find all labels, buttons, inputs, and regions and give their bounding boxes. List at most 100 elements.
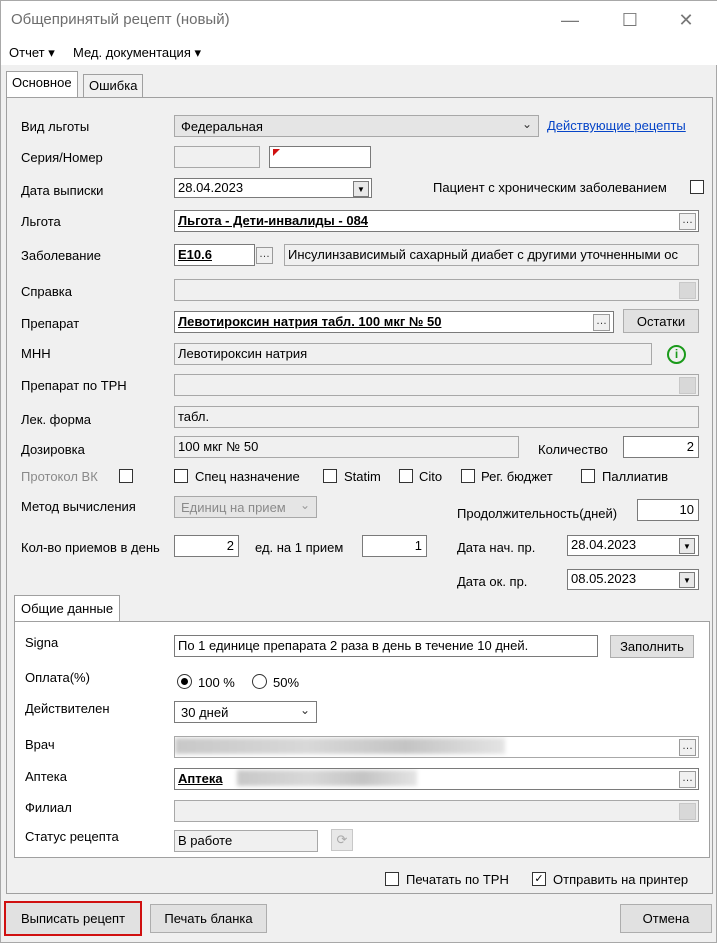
dosage-field: 100 мкг № 50 [174, 436, 519, 458]
signa-label: Signa [25, 635, 59, 650]
chevron-down-icon: ⌄ [299, 703, 310, 717]
menu-med-docs[interactable]: Мед. документация ▾ [73, 45, 201, 61]
tab-main[interactable]: Основное [6, 71, 78, 98]
inn-field: Левотироксин натрия [174, 343, 652, 365]
redacted-pharmacy-name [237, 770, 417, 786]
cancel-button[interactable]: Отмена [620, 904, 712, 933]
menu-bar: Отчет ▾ Мед. документация ▾ [1, 39, 717, 65]
active-prescriptions-link[interactable]: Действующие рецепты [547, 118, 686, 133]
branch-label: Филиал [25, 800, 72, 815]
palliative-checkbox[interactable] [581, 469, 595, 483]
fill-button[interactable]: Заполнить [610, 635, 694, 658]
chronic-checkbox[interactable] [690, 180, 704, 194]
branch-picker-button: … [679, 803, 696, 820]
duration-field[interactable]: 10 [637, 499, 699, 521]
disease-picker-button[interactable]: … [256, 247, 273, 264]
special-checkbox[interactable] [174, 469, 188, 483]
calc-method-label: Метод вычисления [21, 499, 136, 514]
series-label: Серия/Номер [21, 150, 103, 165]
units-per-dose-label: ед. на 1 прием [255, 540, 344, 555]
status-value: В работе [178, 833, 233, 848]
signa-field[interactable]: По 1 единице препарата 2 раза в день в т… [174, 635, 598, 657]
info-icon[interactable]: i [667, 345, 686, 364]
doses-per-day-label: Кол-во приемов в день [21, 540, 160, 555]
quantity-label: Количество [538, 442, 608, 457]
start-date-dropdown-icon[interactable]: ▼ [679, 538, 695, 554]
remains-button[interactable]: Остатки [623, 309, 699, 333]
cito-label: Cito [419, 469, 443, 484]
payment-50-radio[interactable] [252, 674, 267, 689]
doctor-picker-button[interactable]: … [679, 739, 696, 756]
start-date-label: Дата нач. пр. [457, 540, 536, 555]
doses-per-day-field[interactable]: 2 [174, 535, 239, 557]
end-date-dropdown-icon[interactable]: ▼ [679, 572, 695, 588]
quantity-field[interactable]: 2 [623, 436, 699, 458]
doctor-field[interactable] [174, 736, 699, 758]
form-value: табл. [178, 409, 210, 424]
units-per-dose-field[interactable]: 1 [362, 535, 427, 557]
issue-prescription-button[interactable]: Выписать рецепт [4, 901, 142, 936]
drug-picker-button[interactable]: … [593, 314, 610, 331]
signa-value: По 1 единице препарата 2 раза в день в т… [178, 638, 529, 653]
certificate-picker-button: … [679, 282, 696, 299]
number-field[interactable] [269, 146, 371, 168]
end-date-label: Дата ок. пр. [457, 574, 528, 589]
send-printer-label: Отправить на принтер [553, 872, 689, 887]
tab-general[interactable]: Общие данные [14, 595, 121, 622]
benefit-value: Льгота - Дети-инвалиды - 084 [178, 213, 369, 228]
disease-name-value: Инсулинзависимый сахарный диабет с други… [288, 247, 678, 262]
issue-date-field[interactable]: 28.04.2023 [174, 178, 372, 198]
benefit-type-select[interactable]: Федеральная ⌄ [174, 115, 539, 137]
refresh-icon: ⟳ [331, 829, 353, 851]
series-field[interactable] [174, 146, 260, 168]
pharmacy-picker-button[interactable]: … [679, 771, 696, 788]
pharmacy-value: Аптека [178, 771, 223, 786]
statim-checkbox[interactable] [323, 469, 337, 483]
benefit-field[interactable]: Льгота - Дети-инвалиды - 084 [174, 210, 699, 232]
disease-label: Заболевание [21, 248, 101, 263]
dosage-label: Дозировка [21, 442, 85, 457]
print-trn-label: Печатать по ТРН [406, 872, 509, 887]
cito-checkbox[interactable] [399, 469, 413, 483]
close-icon[interactable]: ✕ [663, 1, 709, 39]
chevron-down-icon: ⌄ [299, 498, 310, 512]
drug-trn-label: Препарат по ТРН [21, 378, 127, 393]
calc-method-value: Единиц на прием [181, 500, 286, 515]
valid-label: Действителен [25, 701, 110, 716]
chronic-label: Пациент с хроническим заболеванием [433, 180, 667, 195]
title-bar: Общепринятый рецепт (новый) — ☐ ✕ [1, 1, 717, 39]
disease-code-value: E10.6 [178, 247, 212, 262]
vk-protocol-checkbox[interactable] [119, 469, 133, 483]
drug-label: Препарат [21, 316, 80, 331]
pharmacy-label: Аптека [25, 769, 67, 784]
benefit-picker-button[interactable]: … [679, 213, 696, 230]
maximize-icon[interactable]: ☐ [607, 1, 653, 39]
print-blank-button[interactable]: Печать бланка [150, 904, 267, 933]
benefit-label: Льгота [21, 214, 61, 229]
status-field: В работе [174, 830, 318, 852]
inn-label: МНН [21, 346, 51, 361]
drug-field[interactable]: Левотироксин натрия табл. 100 мкг № 50 [174, 311, 614, 333]
minimize-icon[interactable]: — [547, 1, 593, 39]
end-date-value: 08.05.2023 [571, 571, 637, 586]
payment-100-label: 100 % [198, 675, 235, 690]
valid-value: 30 дней [181, 705, 229, 720]
issue-prescription-label: Выписать рецепт [20, 911, 126, 926]
issue-date-dropdown-icon[interactable]: ▼ [353, 181, 369, 197]
print-trn-checkbox[interactable] [385, 872, 399, 886]
payment-100-radio[interactable] [177, 674, 192, 689]
payment-50-label: 50% [273, 675, 300, 690]
vk-protocol-label: Протокол ВК [21, 469, 98, 484]
inn-value: Левотироксин натрия [178, 346, 308, 361]
benefit-type-value: Федеральная [181, 119, 263, 134]
reg-budget-checkbox[interactable] [461, 469, 475, 483]
pharmacy-field[interactable]: Аптека [174, 768, 699, 790]
required-marker-icon [273, 149, 280, 156]
disease-name-field: Инсулинзависимый сахарный диабет с други… [284, 244, 699, 266]
issue-date-value: 28.04.2023 [178, 180, 244, 195]
tab-error[interactable]: Ошибка [83, 74, 144, 98]
menu-report[interactable]: Отчет ▾ [9, 45, 55, 61]
disease-code-field[interactable]: E10.6 [174, 244, 255, 266]
valid-select[interactable]: 30 дней ⌄ [174, 701, 317, 723]
send-printer-checkbox[interactable]: ✓ [532, 872, 546, 886]
